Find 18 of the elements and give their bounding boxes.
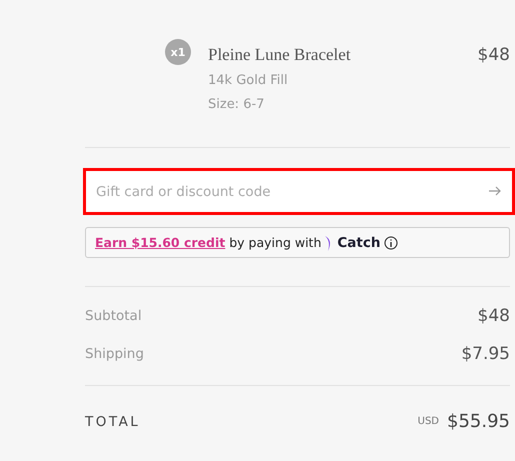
currency-code: USD <box>418 416 440 427</box>
arrow-icon[interactable] <box>489 186 501 196</box>
summary-value: $7.95 <box>461 344 510 364</box>
catch-brand: Catch <box>337 234 380 250</box>
total-value: $55.95 <box>447 411 510 432</box>
product-variant: 14k Gold Fill <box>208 72 289 90</box>
product-price: $48 <box>478 45 510 65</box>
quantity-badge: x1 <box>165 39 191 65</box>
earn-credit-link[interactable]: Earn $15.60 credit <box>95 235 226 250</box>
discount-code-field[interactable]: Gift card or discount code <box>83 168 515 215</box>
offer-text: by paying with <box>229 235 322 250</box>
summary-value: $48 <box>478 306 510 326</box>
product-size: Size: 6-7 <box>208 96 266 114</box>
info-icon[interactable] <box>384 236 398 250</box>
summary-label: Subtotal <box>85 308 142 324</box>
product-name: Pleine Lune Bracelet <box>208 44 352 66</box>
summary-label: Shipping <box>85 346 144 362</box>
total-label: TOTAL <box>85 414 142 430</box>
